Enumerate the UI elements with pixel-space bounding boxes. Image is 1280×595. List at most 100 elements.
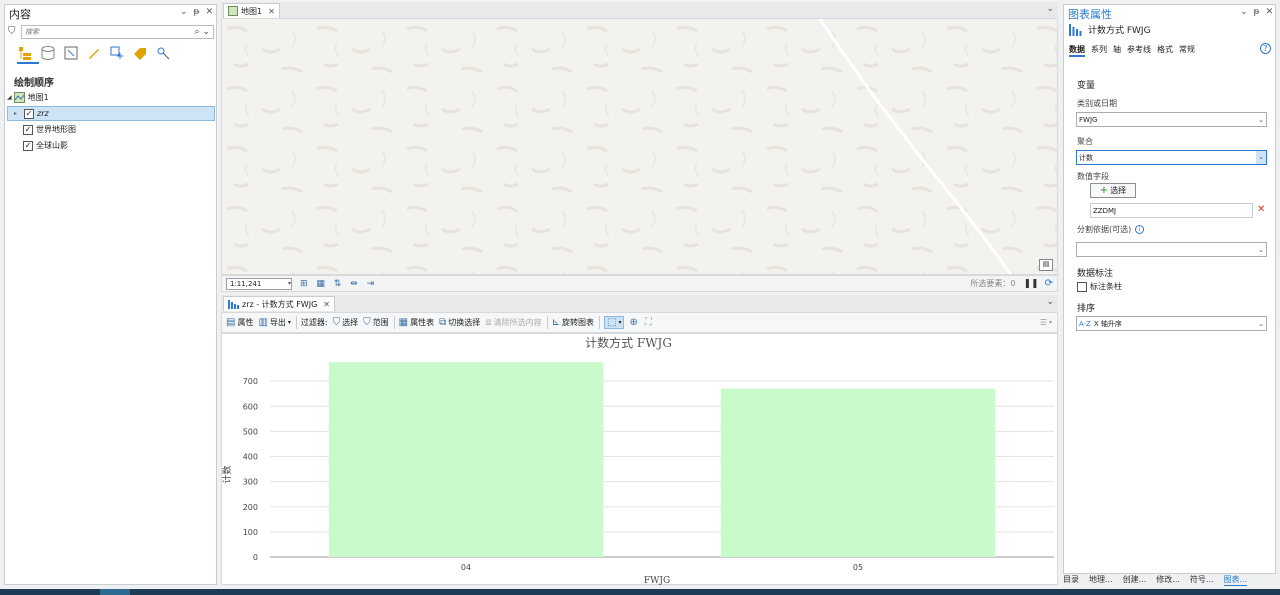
bottom-tab[interactable]: 目录 <box>1063 574 1079 586</box>
checkbox[interactable] <box>1077 281 1087 292</box>
scale-selector[interactable]: 1:11,241 ▾ <box>226 277 292 290</box>
filter-icon: ⛉ <box>332 317 341 328</box>
sort-ascending-icon: A·Z <box>1079 319 1091 328</box>
map-nav-tools[interactable]: ⊞ ▦ ⇅ ⇹ ⇥ <box>300 279 377 289</box>
map-node-label: 地图1 <box>27 93 49 102</box>
label-bars-label: 标注条柱 <box>1090 282 1122 291</box>
x-tick-label: 05 <box>853 563 863 572</box>
switch-selection-button[interactable]: ⧉ 切换选择 <box>439 317 480 328</box>
scale-value: 1:11,241 <box>230 279 262 288</box>
export-button[interactable]: ▥ 导出 ▾ <box>258 317 290 328</box>
expand-icon[interactable]: ▸ <box>14 110 24 117</box>
map-node[interactable]: ◢ 地图1 <box>7 90 215 105</box>
label-bars-checkbox[interactable]: 标注条柱 <box>1077 281 1122 292</box>
chart-tab-label: zrz - 计数方式 FWJG <box>242 299 318 309</box>
pin-icon[interactable]: ᵽ <box>194 7 200 17</box>
labeling-icon[interactable] <box>132 45 148 61</box>
properties-tab[interactable]: 参考线 <box>1127 44 1151 57</box>
chevron-down-icon[interactable]: ⌄ <box>180 7 188 17</box>
taskbar-app[interactable] <box>100 589 130 595</box>
bar-chart-icon <box>228 300 239 309</box>
layer-row[interactable]: ✓ 全球山影 <box>7 138 215 153</box>
chevron-down-icon[interactable]: ⌄ <box>1046 4 1054 14</box>
selection-mode-button[interactable]: ⬚ ▾ <box>603 316 625 329</box>
aggregation-label: 聚合 <box>1077 137 1093 146</box>
properties-tab[interactable]: 常规 <box>1179 44 1195 57</box>
clear-selection-button[interactable]: ⧈ 清除所选内容 <box>485 317 541 328</box>
layer-name: 世界地形图 <box>36 125 76 134</box>
map-status-bar: 1:11,241 ▾ ⊞ ▦ ⇅ ⇹ ⇥ 所选要素：0 ❚❚ ⟳ <box>221 275 1058 292</box>
properties-tab[interactable]: 格式 <box>1157 44 1173 57</box>
layer-visibility-checkbox[interactable]: ✓ <box>23 124 33 135</box>
chart-area[interactable]: 计数方式 FWJG 0 100 200 300 400 500 600 700 04 05 FWJG 计… <box>221 333 1058 586</box>
close-icon[interactable]: ✕ <box>323 300 330 309</box>
bottom-tab[interactable]: 图表... <box>1223 574 1248 586</box>
properties-tab[interactable]: 轴 <box>1113 44 1121 57</box>
search-input[interactable]: 搜索 ⌕ ⌄ <box>21 25 214 39</box>
pause-icon[interactable]: ❚❚ <box>1024 279 1039 289</box>
pin-icon[interactable]: ᵽ <box>1254 7 1260 17</box>
bottom-pane-tabs: 目录 地理... 创建... 修改... 符号... 图表... <box>1063 574 1276 586</box>
layer-row[interactable]: ✓ 世界地形图 <box>7 122 215 137</box>
bottom-tab[interactable]: 符号... <box>1190 574 1214 586</box>
layer-row[interactable]: ▸ ✓ zrz <box>7 106 215 121</box>
close-icon[interactable]: ✕ <box>1266 7 1274 17</box>
zoom-in-icon: ⊕ <box>629 317 638 328</box>
snapping-icon[interactable] <box>109 45 125 61</box>
numeric-field-item[interactable]: ZZDMJ <box>1090 203 1253 218</box>
properties-pane-title: 图表属性 <box>1068 8 1112 21</box>
close-icon[interactable]: ✕ <box>268 7 275 16</box>
attribute-table-button[interactable]: ▦ 属性表 <box>399 317 434 328</box>
symbology-icon[interactable] <box>155 45 171 61</box>
bottom-tab[interactable]: 地理... <box>1089 574 1113 586</box>
full-extent-button[interactable]: ⛶ <box>645 317 654 328</box>
zoom-in-button[interactable]: ⊕ <box>629 317 639 328</box>
split-dropdown[interactable]: ⌄ <box>1076 242 1267 257</box>
sort-dropdown[interactable]: A·Z X 轴升序 ⌄ <box>1076 316 1267 331</box>
chevron-down-icon[interactable]: ⌄ <box>1240 7 1248 17</box>
editing-icon[interactable] <box>86 45 102 61</box>
toolbar-divider <box>393 316 395 329</box>
search-icon[interactable]: ⌕ ⌄ <box>195 27 213 37</box>
close-icon[interactable]: ✕ <box>206 7 214 17</box>
chart-properties-pane: 图表属性 ⌄ ᵽ ✕ 计数方式 FWJG 数据 系列轴参考线 格式 常规 ? 变量 类… <box>1063 4 1276 574</box>
properties-button[interactable]: ▤ 属性 <box>226 317 253 328</box>
tab-map[interactable]: 地图1 ✕ <box>223 3 280 18</box>
layer-visibility-checkbox[interactable]: ✓ <box>23 140 33 151</box>
chevron-down-icon[interactable]: ⌄ <box>1046 297 1054 307</box>
refresh-icon[interactable]: ⟳ <box>1045 278 1053 289</box>
layer-visibility-checkbox[interactable]: ✓ <box>24 108 34 119</box>
filter-select-button[interactable]: ⛉ 选择 <box>333 317 359 328</box>
properties-tab[interactable]: 系列 <box>1091 44 1107 57</box>
tab-chart[interactable]: zrz - 计数方式 FWJG ✕ <box>223 296 335 311</box>
expand-icon[interactable]: ◢ <box>7 94 12 101</box>
chevron-down-icon: ▾ <box>287 280 291 287</box>
sort-value: X 轴升序 <box>1093 319 1122 328</box>
properties-tab[interactable]: 数据 <box>1069 44 1085 57</box>
chart-name: 计数方式 FWJG <box>1088 26 1151 36</box>
bottom-tab[interactable]: 修改... <box>1156 574 1180 586</box>
filter-icon[interactable]: ⛉ <box>8 26 16 37</box>
help-icon[interactable]: ? <box>1260 43 1271 54</box>
rotate-chart-button[interactable]: ⊾ 旋转图表 <box>552 317 594 328</box>
category-dropdown[interactable]: FWJG ⌄ <box>1076 112 1267 127</box>
plus-icon: + <box>1099 185 1109 196</box>
data-source-icon[interactable] <box>40 45 56 61</box>
overview-toggle-icon[interactable]: ▤ <box>1039 259 1053 271</box>
bottom-tab[interactable]: 创建... <box>1123 574 1147 586</box>
y-tick-label: 0 <box>253 553 258 562</box>
drawing-order-icon[interactable] <box>17 45 33 61</box>
filter-select-label: 选择 <box>342 318 359 327</box>
map-canvas[interactable]: ▤ <box>221 18 1058 275</box>
list-options-button[interactable]: ☰ ▾ <box>1040 318 1052 327</box>
filter-extent-button[interactable]: ⛉ 范围 <box>363 317 389 328</box>
remove-field-icon[interactable]: ✕ <box>1257 204 1265 215</box>
aggregation-dropdown[interactable]: 计数 ⌄ <box>1076 150 1267 165</box>
selection-icon[interactable] <box>63 45 79 61</box>
switch-selection-icon: ⧉ <box>439 317 447 328</box>
select-fields-button[interactable]: + 选择 <box>1090 183 1136 198</box>
search-placeholder: 搜索 <box>25 28 39 36</box>
active-view-indicator <box>17 62 39 64</box>
info-icon[interactable]: i <box>1135 225 1145 234</box>
rotate-chart-icon: ⊾ <box>551 317 560 328</box>
